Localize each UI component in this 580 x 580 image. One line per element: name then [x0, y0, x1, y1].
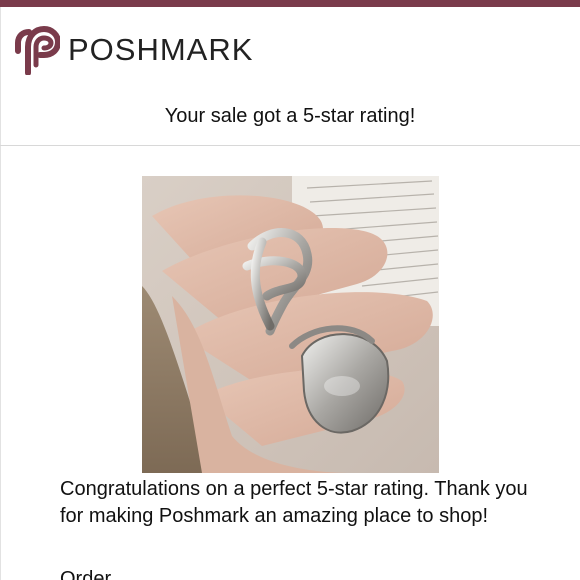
- poshmark-logo[interactable]: POSHMARK: [14, 25, 253, 75]
- brand-name: POSHMARK: [68, 32, 254, 67]
- email-page: POSHMARK Your sale got a 5-star rating!: [0, 0, 580, 580]
- poshmark-logo-icon: [15, 26, 60, 75]
- product-photo-rings[interactable]: [142, 176, 439, 473]
- rating-headline: Your sale got a 5-star rating!: [164, 105, 416, 127]
- email-header: POSHMARK Your sale got a 5-star rating!: [0, 7, 580, 145]
- order-section-label: Order: [60, 568, 112, 580]
- brand-top-bar: [0, 0, 580, 7]
- header-divider: [0, 145, 580, 146]
- congratulations-message: Congratulations on a perfect 5-star rati…: [60, 478, 528, 527]
